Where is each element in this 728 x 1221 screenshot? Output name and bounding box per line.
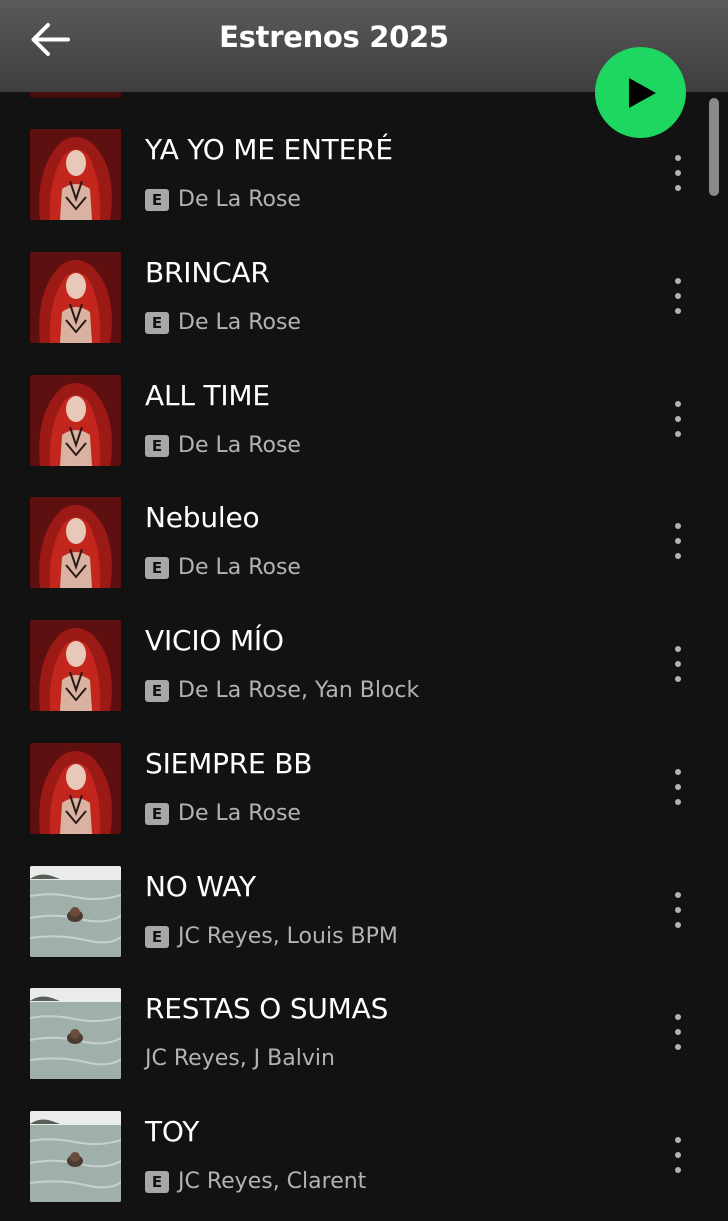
track-title: RESTAS O SUMAS (145, 992, 389, 1026)
track-row[interactable]: VICIO MÍO E De La Rose, Yan Block (0, 620, 728, 730)
more-dot (675, 921, 681, 928)
explicit-badge: E (145, 557, 169, 580)
track-subtitle: E JC Reyes, Louis BPM (145, 924, 398, 950)
track-artists: De La Rose, Yan Block (178, 678, 420, 703)
more-dot (675, 307, 681, 314)
track-artists: De La Rose (178, 800, 301, 826)
track-subtitle: E De La Rose (145, 187, 301, 213)
more-dot (675, 170, 681, 176)
more-dot (675, 1152, 681, 1158)
more-dot (675, 415, 681, 422)
album-cover-image (30, 865, 121, 957)
more-dot (675, 661, 681, 667)
more-dot (675, 676, 681, 682)
album-cover-image (30, 129, 121, 220)
more-vertical-icon (675, 523, 681, 530)
more-vertical-icon (675, 1014, 681, 1021)
more-dot (675, 906, 681, 913)
track-row[interactable]: ALL TIME E De La Rose (0, 374, 728, 485)
track-title: ALL TIME (145, 378, 270, 412)
explicit-badge: E (145, 925, 169, 948)
track-subtitle: E De La Rose (145, 433, 301, 459)
more-dot (675, 783, 681, 790)
more-dot (675, 798, 681, 805)
more-dot (675, 185, 681, 191)
more-options-button[interactable] (664, 1014, 692, 1054)
track-artists: De La Rose (178, 432, 301, 458)
explicit-badge: E (145, 434, 169, 457)
more-options-button[interactable] (664, 891, 692, 932)
explicit-badge: E (145, 802, 169, 825)
more-vertical-icon (675, 277, 681, 284)
track-row[interactable]: RESTAS O SUMAS JC Reyes, J Balvin (0, 988, 728, 1098)
track-title: VICIO MÍO (145, 624, 284, 657)
more-vertical-icon (675, 891, 681, 898)
track-subtitle: E De La Rose (145, 555, 301, 581)
more-options-button[interactable] (664, 400, 692, 441)
track-row[interactable]: BRINCAR E De La Rose (0, 251, 728, 362)
track-artists: De La Rose (178, 555, 301, 581)
album-cover-image (30, 988, 121, 1080)
more-options-button[interactable] (664, 646, 692, 686)
explicit-badge: E (145, 311, 169, 334)
more-options-button[interactable] (664, 155, 692, 195)
more-dot (675, 538, 681, 545)
more-dot (675, 292, 681, 299)
track-artists: JC Reyes, Clarent (178, 1169, 367, 1194)
album-cover-image (30, 374, 121, 466)
more-vertical-icon (675, 768, 681, 775)
track-title: BRINCAR (145, 255, 270, 289)
album-cover-image (30, 742, 121, 834)
scrollbar-thumb[interactable] (709, 98, 719, 196)
more-vertical-icon (675, 155, 681, 161)
more-dot (675, 430, 681, 437)
explicit-badge: E (145, 680, 169, 702)
more-vertical-icon (675, 1137, 681, 1143)
track-row[interactable]: Nebuleo E De La Rose (0, 497, 728, 607)
more-dot (675, 553, 681, 560)
more-options-button[interactable] (664, 277, 692, 318)
track-title: SIEMPRE BB (145, 746, 313, 780)
page-title: Estrenos 2025 (219, 20, 449, 54)
track-artists: De La Rose (178, 187, 301, 212)
track-artists: JC Reyes, J Balvin (145, 1046, 335, 1072)
track-row[interactable]: YA YO ME ENTERÉ E De La Rose (0, 129, 728, 239)
track-title: TOY (145, 1115, 200, 1148)
track-row[interactable]: TOY E JC Reyes, Clarent (0, 1111, 728, 1221)
album-cover-image (30, 1111, 121, 1202)
track-subtitle: E De La Rose (145, 801, 301, 827)
album-cover-image (30, 497, 121, 589)
more-options-button[interactable] (664, 523, 692, 563)
album-cover-image (30, 620, 121, 711)
track-title: YA YO ME ENTERÉ (145, 133, 393, 166)
more-vertical-icon (675, 400, 681, 407)
track-row[interactable]: SIEMPRE BB E De La Rose (0, 742, 728, 853)
more-dot (675, 1167, 681, 1173)
track-row[interactable]: NO WAY E JC Reyes, Louis BPM (0, 865, 728, 976)
track-subtitle: JC Reyes, J Balvin (145, 1046, 335, 1072)
play-icon (629, 78, 656, 108)
more-vertical-icon (675, 646, 681, 652)
more-options-button[interactable] (664, 768, 692, 809)
more-dot (675, 1044, 681, 1051)
album-cover-image (30, 251, 121, 343)
track-title: Nebuleo (145, 501, 260, 535)
track-artists: De La Rose (178, 309, 301, 335)
explicit-badge: E (145, 1171, 169, 1193)
explicit-badge: E (145, 189, 169, 211)
track-subtitle: E De La Rose (145, 310, 301, 336)
track-title: NO WAY (145, 869, 256, 903)
track-subtitle: E De La Rose, Yan Block (145, 678, 419, 704)
more-dot (675, 1029, 681, 1036)
more-options-button[interactable] (664, 1137, 692, 1177)
track-artists: JC Reyes, Louis BPM (178, 923, 398, 949)
track-subtitle: E JC Reyes, Clarent (145, 1169, 366, 1195)
play-button[interactable] (595, 47, 686, 138)
